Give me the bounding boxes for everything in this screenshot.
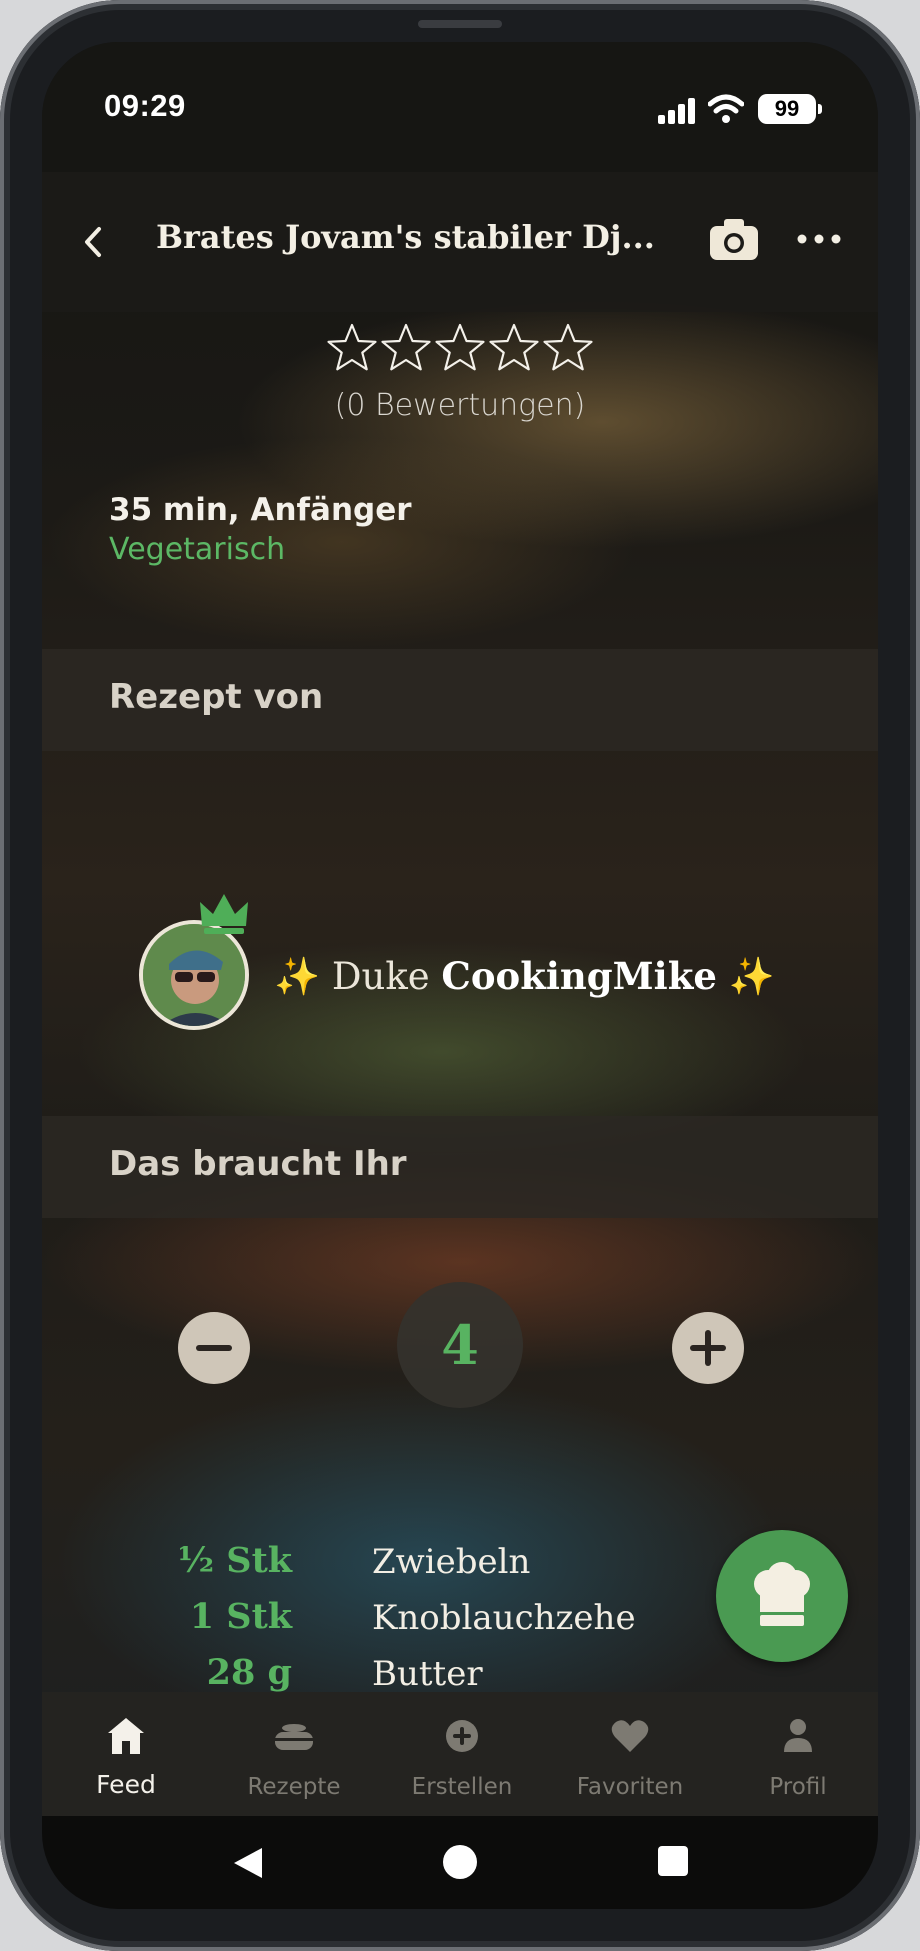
ingredient-row: 1 Stk Knoblauchzehe	[42, 1596, 636, 1652]
rating-count: (0 Bewertungen)	[334, 388, 586, 423]
wifi-icon	[708, 94, 744, 123]
tab-label: Feed	[96, 1770, 156, 1799]
home-icon	[108, 1718, 144, 1754]
ingredient-name: Knoblauchzehe	[372, 1598, 636, 1638]
decrease-servings-button[interactable]	[178, 1312, 250, 1384]
status-time: 09:29	[104, 88, 186, 123]
system-back-icon[interactable]	[232, 1846, 264, 1880]
rating-block: (0 Bewertungen)	[42, 322, 878, 423]
increase-servings-button[interactable]	[672, 1312, 744, 1384]
tab-favoriten[interactable]: Favoriten	[546, 1692, 714, 1816]
section-ingredients: Das braucht Ihr	[42, 1116, 878, 1218]
app-screen: 09:29 99 Brates Jovam's stabiler Dj... (…	[42, 42, 878, 1909]
star-icon[interactable]	[488, 322, 540, 374]
system-recents-button[interactable]	[658, 1846, 688, 1876]
star-icon[interactable]	[380, 322, 432, 374]
ingredient-row: ½ Stk Zwiebeln	[42, 1540, 602, 1596]
rating-stars[interactable]	[42, 322, 878, 374]
camera-icon[interactable]	[708, 216, 760, 262]
tab-label: Rezepte	[247, 1774, 341, 1800]
tab-label: Profil	[769, 1774, 827, 1800]
crown-icon	[200, 894, 248, 934]
ingredient-amount: ½ Stk	[177, 1540, 292, 1581]
person-icon	[784, 1719, 812, 1752]
tab-feed[interactable]: Feed	[42, 1692, 210, 1816]
speaker-grille	[418, 20, 502, 28]
star-icon[interactable]	[542, 322, 594, 374]
section-title: Rezept von	[109, 677, 324, 717]
avatar[interactable]	[139, 920, 249, 1030]
app-header: Brates Jovam's stabiler Dj...	[42, 172, 878, 312]
tab-profil[interactable]: Profil	[714, 1692, 878, 1816]
pot-icon	[275, 1724, 313, 1750]
status-bar: 09:29 99	[42, 42, 878, 172]
section-title: Das braucht Ihr	[109, 1144, 407, 1184]
chevron-left-icon[interactable]	[72, 220, 116, 264]
author-username: CookingMike	[441, 954, 717, 998]
servings-stepper: 4	[42, 1282, 878, 1412]
battery-tip	[818, 104, 822, 114]
cook-mode-button[interactable]	[716, 1530, 848, 1662]
recipe-meta: 35 min, Anfänger Vegetarisch	[109, 492, 412, 567]
author-suffix: ✨	[716, 955, 775, 998]
phone-frame: 09:29 99 Brates Jovam's stabiler Dj... (…	[0, 0, 920, 1951]
ingredient-name: Zwiebeln	[372, 1542, 531, 1582]
page-title: Brates Jovam's stabiler Dj...	[156, 218, 655, 256]
tab-rezepte[interactable]: Rezepte	[210, 1692, 378, 1816]
battery-indicator: 99	[758, 94, 816, 124]
tab-label: Favoriten	[576, 1774, 684, 1800]
tab-label: Erstellen	[411, 1774, 513, 1800]
author-card[interactable]: ✨ Duke CookingMike ✨	[42, 850, 878, 1030]
star-icon[interactable]	[434, 322, 486, 374]
heart-icon	[611, 1720, 649, 1752]
star-icon[interactable]	[326, 322, 378, 374]
more-horizontal-icon[interactable]	[794, 224, 844, 254]
author-title: ✨ Duke	[274, 955, 442, 998]
ingredient-amount: 1 Stk	[189, 1596, 292, 1637]
ingredient-amount: 28 g	[206, 1652, 292, 1693]
author-name[interactable]: ✨ Duke CookingMike ✨	[274, 954, 775, 999]
category-tag[interactable]: Vegetarisch	[109, 532, 412, 567]
plus-circle-icon	[446, 1720, 478, 1752]
chef-hat-icon	[754, 1562, 810, 1626]
signal-icon	[658, 98, 698, 124]
time-and-difficulty: 35 min, Anfänger	[109, 492, 412, 528]
system-nav-bar	[42, 1816, 878, 1909]
tab-erstellen[interactable]: Erstellen	[378, 1692, 546, 1816]
system-home-button[interactable]	[443, 1845, 477, 1879]
section-recipe-by: Rezept von	[42, 649, 878, 751]
servings-count: 4	[397, 1282, 523, 1408]
ingredient-name: Butter	[372, 1654, 483, 1694]
bottom-tab-bar: Feed Rezepte Erstellen Favoriten Profil	[42, 1692, 878, 1816]
